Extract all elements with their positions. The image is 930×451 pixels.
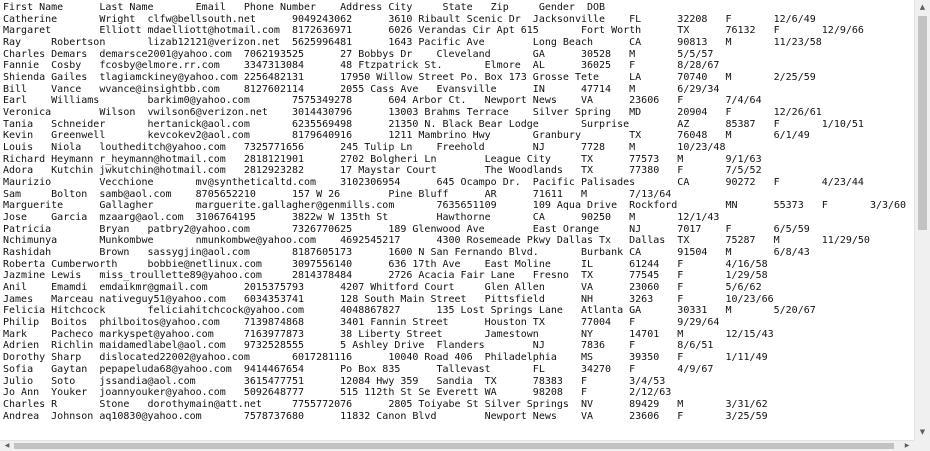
scroll-up-arrow-icon[interactable]: ▲	[915, 0, 930, 14]
data-line: James Marceau nativeguy51@yahoo.com 6034…	[3, 293, 774, 305]
vertical-scroll-thumb[interactable]	[918, 16, 927, 230]
data-line: Sam Bolton samb@aol.com 8705652210 157 W…	[3, 188, 672, 200]
data-line: Bill Vance wvance@insightbb.com 81276021…	[3, 83, 720, 95]
data-line: Maurizio Vecchione mv@syntheticaltd.com …	[3, 177, 864, 189]
data-line: Nchimunya Munkombwe nmunkombwe@yahoo.com…	[3, 235, 870, 247]
data-line: Philip Boitos philboitos@yahoo.com 71398…	[3, 317, 720, 329]
data-line: Felicia Hitchcock feliciahitchcock@yahoo…	[3, 305, 816, 317]
scroll-right-arrow-icon[interactable]: ▶	[900, 441, 914, 451]
data-line: Tania Schneider hertanick@aol.com 623556…	[3, 118, 864, 130]
data-line: Kevin Greenwell kevcokev2@aol.com 817964…	[3, 130, 810, 142]
data-line: Veronica Wilson vwilson6@verizon.net 301…	[3, 107, 822, 119]
data-line: Shienda Gailes tlagiamckiney@yahoo.com 2…	[3, 72, 816, 84]
data-line: Fannie Cosby fcosby@elmore.rr.com 334731…	[3, 60, 720, 72]
data-line: Richard Heymann r_heymann@hotmail.com 28…	[3, 153, 762, 165]
data-line: Roberta Cumberworth bobbie@netlinux.com …	[3, 258, 768, 270]
data-line: Jo Ann Youker joannyouker@yahoo.com 5092…	[3, 387, 672, 399]
data-line: Jose Garcia mzaarg@aol.com 3106764195 38…	[3, 212, 720, 224]
data-line: Patricia Bryan patbry2@yahoo.com 7326770…	[3, 223, 810, 235]
scroll-down-arrow-icon[interactable]: ▼	[915, 425, 930, 439]
horizontal-scroll-thumb[interactable]	[14, 443, 894, 449]
vertical-scrollbar[interactable]: ▲ ▼	[914, 0, 930, 440]
data-line: Adrien Richlin maidamedlabel@aol.com 973…	[3, 340, 714, 352]
data-line: Charles Demars demarsce2001@yahoo.com 70…	[3, 48, 714, 60]
data-line: Mark Pacheco markyspet@yahoo.com 7163977…	[3, 328, 774, 340]
data-line: Earl Williams barkim0@yahoo.com 75753492…	[3, 95, 762, 107]
data-line: Julio Soto jssandia@aol.com 3615477751 1…	[3, 375, 666, 387]
scroll-left-arrow-icon[interactable]: ◀	[0, 441, 14, 451]
data-line: Margaret Elliott mdaelliott@hotmail.com …	[3, 25, 864, 37]
data-line: Louis Niola loutheditch@yahoo.com 732577…	[3, 142, 726, 154]
data-line: Marguerite Gallagher marguerite.gallaghe…	[3, 200, 907, 212]
data-line: Jazmine Lewis miss_troullette89@yahoo.co…	[3, 270, 768, 282]
data-line: Ray Robertson lizab12121@verizon.net 562…	[3, 37, 822, 49]
data-line: Catherine Wright clfw@bellsouth.net 9049…	[3, 13, 816, 25]
csv-text-content[interactable]: First Name Last Name Email Phone Number …	[3, 2, 906, 422]
horizontal-scrollbar[interactable]: ◀ ▶	[0, 440, 914, 451]
data-line: Sofia Gaytan pepapeluda68@yahoo.com 9414…	[3, 363, 714, 375]
data-line: Adora Kutchin jwkutchin@hotmail.com 2812…	[3, 165, 762, 177]
data-line: Andrea Johnson aq10830@yahoo.com 7578737…	[3, 410, 768, 422]
data-line: Dorothy Sharp dislocated22002@yahoo.com …	[3, 352, 768, 364]
data-line: Rashidah Brown sassygjin@aol.com 8187605…	[3, 247, 810, 259]
header-line: First Name Last Name Email Phone Number …	[3, 2, 606, 13]
data-line: Charles R Stone dorothymain@att.net 7755…	[3, 398, 768, 410]
text-editor-area[interactable]: First Name Last Name Email Phone Number …	[0, 0, 914, 440]
scrollbar-corner	[914, 440, 930, 451]
data-line: Anil Emamdi emdaikmr@gmail.com 201537579…	[3, 282, 762, 294]
